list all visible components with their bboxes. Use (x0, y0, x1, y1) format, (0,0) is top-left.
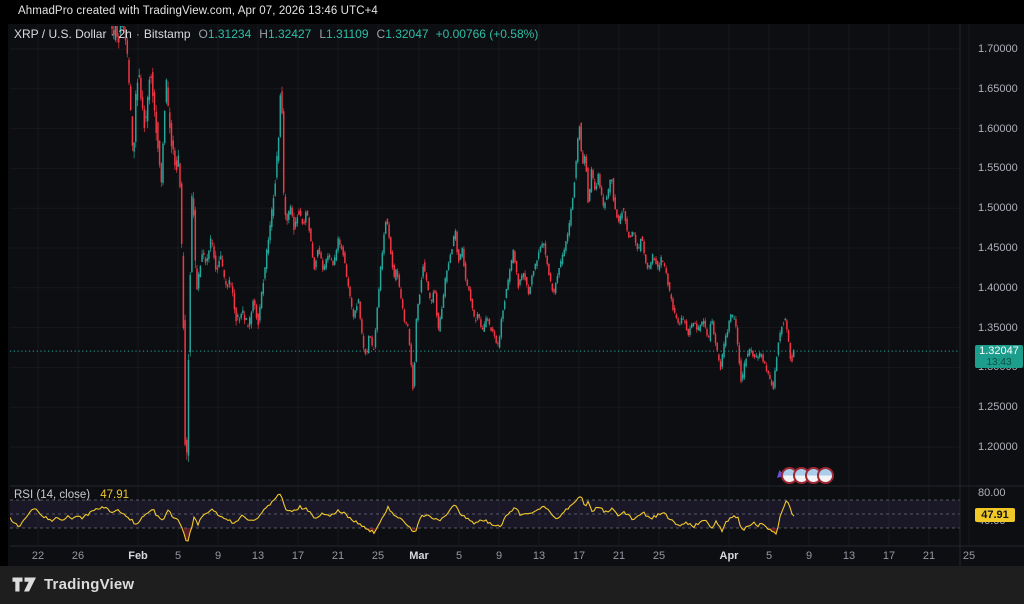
time-tick-label: 21 (331, 550, 345, 562)
rsi-params: (14, close) (36, 489, 91, 501)
exchange-label: Bitstamp (143, 27, 191, 41)
close-key: C (376, 27, 386, 41)
time-tick-label: 21 (612, 550, 626, 562)
change-value: +0.00766 (+0.58%) (435, 27, 539, 41)
price-tick-label: 1.50000 (978, 202, 1018, 215)
price-tick-label: 1.40000 (978, 281, 1018, 294)
time-tick-label: 25 (371, 550, 385, 562)
price-tick-label: 1.35000 (978, 321, 1018, 334)
interval-label: 2h (118, 27, 132, 41)
time-tick-label: 17 (572, 550, 586, 562)
last-price-value: 1.32047 (979, 345, 1019, 358)
time-tick-label: 13 (251, 550, 265, 562)
rsi-oversold-fill (184, 528, 778, 541)
rsi-axis-upper-label: 80.00 (978, 487, 1006, 499)
emoji-sticker[interactable] (817, 466, 834, 484)
bar-countdown: 13:43 (986, 357, 1012, 369)
price-tick-label: 1.45000 (978, 242, 1018, 254)
time-tick-label: 17 (882, 550, 896, 562)
candles-layer (111, 26, 795, 462)
time-tick-label: 17 (291, 550, 305, 562)
high-key: H (259, 27, 268, 41)
symbol-legend: XRP / U.S. Dollar · 2h · Bitstamp O1.31234 H1.… (14, 27, 538, 41)
symbol-name: XRP / U.S. Dollar (14, 27, 107, 41)
chart-plot[interactable] (0, 0, 1024, 604)
emoji-sticker-group[interactable] (776, 465, 834, 485)
time-tick-label: 5 (174, 550, 182, 562)
time-tick-label: 13 (842, 550, 856, 562)
time-tick-label: 26 (71, 550, 85, 562)
price-tick-label: 1.20000 (978, 441, 1018, 453)
low-value: 1.31109 (326, 27, 369, 41)
price-tick-label: 1.70000 (978, 43, 1018, 55)
rsi-value-label: 47.91 (975, 508, 1015, 523)
high-value: 1.32427 (267, 27, 312, 41)
tradingview-snapshot: AhmadPro created with TradingView.com, A… (0, 0, 1024, 604)
time-tick-label: 21 (922, 550, 936, 562)
time-tick-label: 13 (532, 550, 546, 562)
time-tick-label: 25 (962, 550, 976, 562)
legend-separator: · (110, 27, 115, 41)
time-tick-label: 9 (495, 550, 503, 562)
open-key: O (198, 27, 208, 41)
time-tick-label: 25 (652, 550, 666, 562)
time-tick-month: Apr (719, 550, 739, 562)
close-value: 1.32047 (385, 27, 429, 41)
last-price-label: 1.32047 13:43 (975, 345, 1023, 369)
tradingview-logo-text: TradingView (44, 576, 135, 593)
time-tick-month: Feb (128, 550, 148, 562)
price-tick-label: 1.60000 (978, 122, 1018, 135)
low-key: L (319, 27, 327, 41)
tradingview-logo-icon (12, 577, 36, 592)
price-tick-label: 1.65000 (978, 82, 1018, 95)
time-tick-label: 5 (455, 550, 463, 562)
rsi-current-value: 47.91 (100, 489, 130, 501)
rsi-legend: RSI (14, close) 47.91 (14, 489, 129, 501)
time-tick-label: 9 (214, 550, 222, 562)
legend-separator: · (135, 27, 140, 41)
bottom-bar: TradingView (0, 566, 1024, 604)
time-tick-month: Mar (409, 550, 429, 562)
rsi-title: RSI (14, 489, 34, 501)
open-value: 1.31234 (207, 27, 252, 41)
time-tick-label: 22 (31, 550, 45, 562)
time-axis[interactable]: 22 26 Feb 5 9 13 17 21 25 Mar 5 9 13 17 21 25 Apr 5 9 13 17 2… (0, 546, 1024, 566)
tradingview-logo[interactable]: TradingView (12, 576, 134, 593)
price-tick-label: 1.55000 (978, 162, 1018, 175)
time-tick-label: 9 (805, 550, 813, 562)
price-tick-label: 1.25000 (978, 401, 1018, 414)
time-tick-label: 5 (765, 550, 773, 562)
